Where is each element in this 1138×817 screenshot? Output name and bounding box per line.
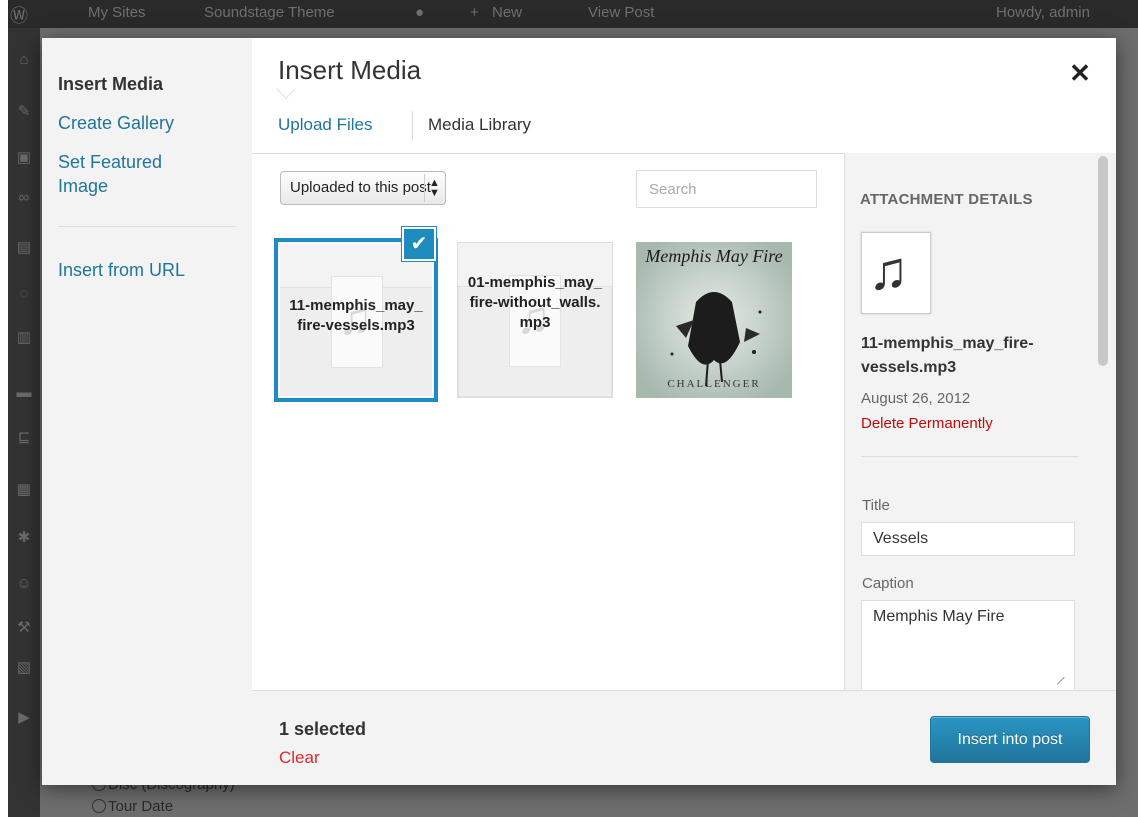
select-arrows-icon: ▲ ▼ [429, 177, 440, 199]
tab-separator [412, 111, 413, 141]
sidebar-scrollbar-thumb[interactable] [1098, 156, 1108, 366]
music-note-icon: ♫ [868, 241, 909, 301]
wordpress-logo-icon[interactable]: Ⓦ [10, 2, 28, 28]
attachment-details-heading: ATTACHMENT DETAILS [860, 191, 1033, 208]
admin-bar-site-name[interactable]: Soundstage Theme [204, 4, 335, 21]
attachment-item-selected[interactable]: ♫ 11-memphis_may_fire-vessels.mp3 [274, 238, 438, 402]
cart-icon[interactable]: ⊑ [13, 428, 35, 448]
menu-item-insert-media[interactable]: Insert Media [58, 72, 163, 96]
close-icon[interactable]: ✕ [1067, 60, 1093, 86]
media-modal: Insert Media Create Gallery Set Featured… [42, 38, 1116, 785]
details-filename: 11-memphis_may_fire-vessels.mp3 [861, 335, 1034, 376]
attachment-filename: 01-memphis_may_fire-without_walls.mp3 [467, 274, 603, 331]
attachment-item[interactable]: ♫ 01-memphis_may_fire-without_walls.mp3 [457, 242, 613, 398]
caption-label: Caption [862, 575, 914, 592]
search-input[interactable] [636, 170, 817, 208]
plus-icon[interactable]: + [470, 4, 479, 21]
attachment-thumbnail: ♫ [861, 232, 931, 314]
media-menu: Insert Media Create Gallery Set Featured… [42, 38, 252, 785]
attachment-filename: 11-memphis_may_fire-vessels.mp3 [289, 297, 423, 334]
tab-media-library[interactable]: Media Library [428, 115, 531, 135]
title-field[interactable] [861, 522, 1075, 556]
woo-icon[interactable]: ▬ [13, 383, 35, 403]
media-router: Upload Files Media Library [252, 103, 1116, 153]
admin-bar: Ⓦ My Sites Soundstage Theme ● + New View… [8, 0, 1138, 28]
pin-icon[interactable]: ✎ [13, 102, 35, 122]
details-separator [861, 456, 1079, 457]
checkmark-icon[interactable]: ✔ [402, 227, 436, 261]
menu-item-set-featured-image[interactable]: Set Featured Image [58, 150, 208, 198]
selection-count: 1 selected [279, 719, 367, 739]
media-toolbar: 1 selected Clear Insert into post [252, 690, 1116, 785]
admin-bar-my-sites[interactable]: My Sites [88, 4, 146, 21]
links-icon[interactable]: ∞ [13, 188, 35, 208]
menu-item-insert-from-url[interactable]: Insert from URL [58, 258, 185, 282]
tools-icon[interactable]: ⚒ [13, 618, 35, 638]
admin-bar-new[interactable]: New [492, 4, 522, 21]
tour-date-radio[interactable]: Tour Date [92, 798, 173, 815]
dashboard-icon[interactable]: ⌂ [13, 50, 35, 70]
admin-bar-view-post[interactable]: View Post [588, 4, 654, 21]
plugins-icon[interactable]: ✱ [13, 528, 35, 548]
attachment-item-album-cover[interactable]: Memphis May Fire CHALLENGER [636, 242, 792, 398]
pages-icon[interactable]: ▤ [13, 238, 35, 258]
album-title-text: Memphis May Fire [645, 246, 783, 266]
delete-permanently-link[interactable]: Delete Permanently [861, 415, 993, 432]
attachment-preview: ♫ 11-memphis_may_fire-vessels.mp3 [280, 244, 432, 396]
tab-upload-files[interactable]: Upload Files [278, 115, 373, 135]
collapse-icon[interactable]: ▶ [13, 708, 35, 728]
clear-selection-link[interactable]: Clear [279, 748, 320, 768]
select-divider [424, 174, 425, 202]
insert-into-post-button[interactable]: Insert into post [930, 716, 1090, 763]
media-icon[interactable]: ▣ [13, 148, 35, 168]
settings-icon[interactable]: ▧ [13, 658, 35, 678]
forms-icon[interactable]: ▥ [13, 328, 35, 348]
admin-menu: ⌂ ✎ ▣ ∞ ▤ ◌ ▥ ▬ ⊑ ▦ ✱ ☺ ⚒ ▧ ▶ [8, 28, 40, 817]
attachment-filter-select[interactable]: Uploaded to this post [280, 171, 446, 205]
attachment-details-sidebar: ATTACHMENT DETAILS ♫ 11-memphis_may_fire… [844, 153, 1116, 690]
comments-icon[interactable]: ◌ [13, 284, 35, 304]
menu-separator [58, 226, 236, 227]
album-subtitle-text: CHALLENGER [667, 378, 761, 390]
comment-bubble-icon[interactable]: ● [415, 4, 424, 21]
users-icon[interactable]: ☺ [13, 574, 35, 594]
menu-item-create-gallery[interactable]: Create Gallery [58, 111, 174, 135]
details-date: August 26, 2012 [861, 390, 971, 407]
admin-bar-howdy[interactable]: Howdy, admin [996, 4, 1090, 21]
title-label: Title [862, 497, 890, 514]
caption-field[interactable]: Memphis May Fire [861, 600, 1075, 690]
appearance-icon[interactable]: ▦ [13, 480, 35, 500]
frame-title: Insert Media [278, 55, 422, 85]
